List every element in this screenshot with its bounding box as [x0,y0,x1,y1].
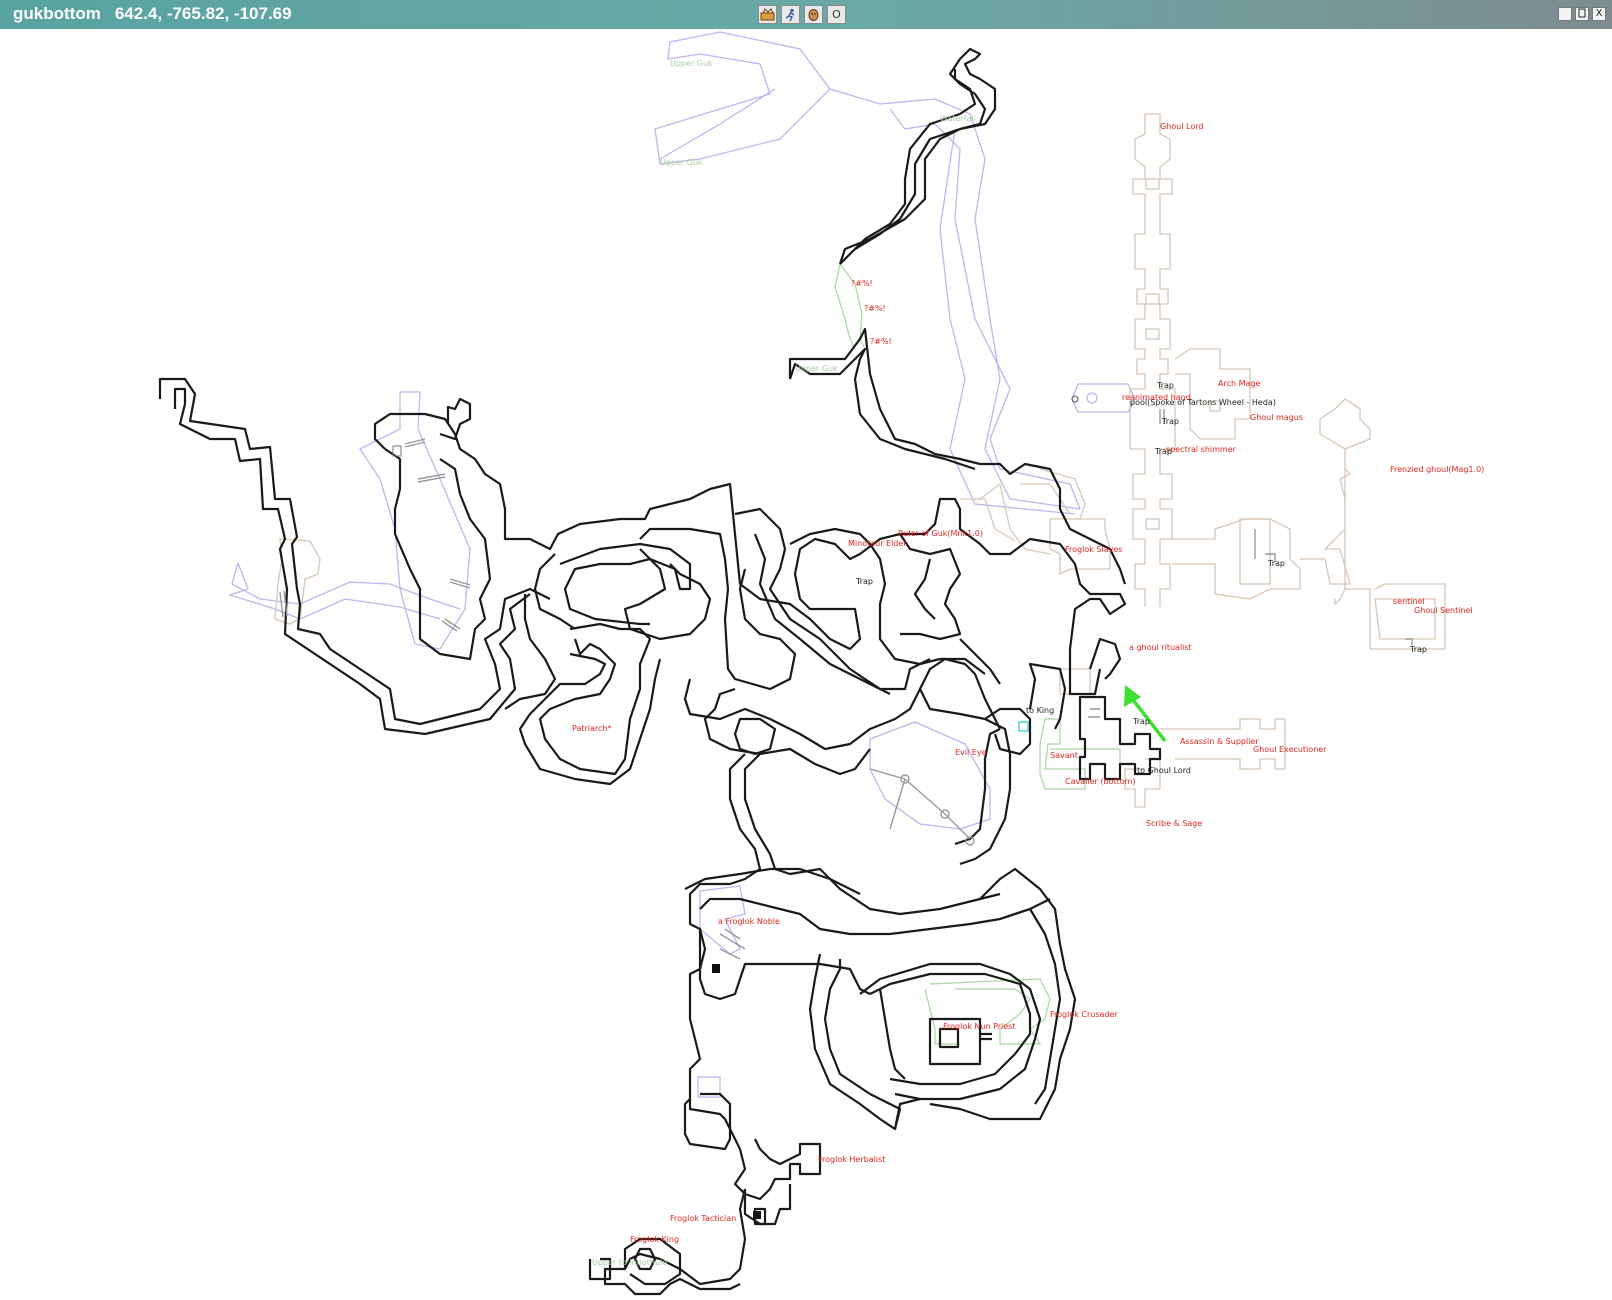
map-canvas[interactable]: Upper Guk Upper Guk Waterfall Upper Guk … [0,29,1612,1300]
zone-name: gukbottom [13,4,101,23]
label-swear-2: ?#%! [864,304,886,313]
label-trap-2: Trap [1161,417,1179,426]
label-evil-eye: Evil Eye [955,748,987,757]
label-froglok-king: Froglok King [630,1235,679,1244]
label-trap-6: Trap [1409,645,1427,654]
cave-walls [158,47,1162,1296]
water-lines [227,31,1136,1098]
label-trap-1: Trap [1156,381,1174,390]
label-cavalier: Cavalier (bottom) [1065,777,1136,786]
label-swear-3: ?#%! [870,337,892,346]
label-ghoul-sentinel: Ghoul Sentinel [1414,606,1473,615]
window-title: gukbottom 642.4, -765.82, -107.69 [13,4,292,24]
label-spoke: pool(Spoke of Tartons Wheel - Heda) [1130,398,1276,407]
label-trap-3: Trap [1154,447,1172,456]
label-froglok-nun-priest: Froglok Nun Priest [943,1022,1016,1031]
player-arrow-icon [1124,685,1167,743]
label-upper-to-innothule: Upper to Innothule [592,1258,667,1267]
label-upper-guk-small: Upper Guk [795,364,838,373]
ghoul-wing [274,113,1446,808]
label-ghoul-lord: Ghoul Lord [1160,122,1203,131]
label-swear-1: ?#%! [851,279,873,288]
label-froglok-tactician: Froglok Tactician [670,1214,736,1223]
circle-icon[interactable]: O [827,5,846,24]
label-ruler-of-guk: Ruler of Guk(Mnk1.0) [898,529,983,538]
label-trap-7: Trap [1132,717,1150,726]
label-savant: Savant [1050,751,1078,760]
close-button[interactable]: X [1592,7,1606,21]
map-tool-icon[interactable] [758,5,777,24]
label-patriarch: Patriarch* [572,724,612,733]
label-ghoul-ritualist: a ghoul ritualist [1129,643,1192,652]
toolbar: O [758,5,846,24]
runner-icon[interactable] [781,5,800,24]
label-ghoul-executioner: Ghoul Executioner [1253,745,1327,754]
label-froglok-slaves: Froglok Slaves [1065,545,1122,554]
label-arch-mage: Arch Mage [1218,379,1260,388]
coordinates-readout: 642.4, -765.82, -107.69 [114,4,292,23]
label-spectral-shimmer: spectral shimmer [1166,445,1237,454]
label-waterfall: Waterfall [940,114,976,123]
label-ghoul-magus: Ghoul magus [1250,413,1303,422]
label-froglok-herbalist: Froglok Herbalist [818,1155,885,1164]
head-icon[interactable] [804,5,823,24]
label-upper-guk-2: Upper Guk [660,158,703,167]
label-froglok-noble: a Froglok Noble [718,917,780,926]
label-to-ghoul-lord: to Ghoul Lord [1137,766,1191,775]
teleport-marker [1018,721,1029,732]
passages [834,263,1121,1045]
label-froglok-crusader: Froglok Crusader [1050,1010,1118,1019]
label-trap-5: Trap [1267,559,1285,568]
ladders [279,409,1413,960]
label-minotaur-elder: Minotaur Elder [848,539,907,548]
title-bar[interactable]: gukbottom 642.4, -765.82, -107.69 O X [0,0,1612,29]
label-scribe-sage: Scribe & Sage [1146,819,1202,828]
label-upper-guk-1: Upper Guk [670,59,713,68]
label-assassin-supplier: Assassin & Supplier [1180,737,1259,746]
restore-button[interactable] [1575,7,1589,21]
label-trap-4: Trap [855,577,873,586]
label-to-king: to King [1026,706,1054,715]
minimize-button[interactable] [1558,7,1572,21]
window-controls: X [1558,7,1606,21]
label-sentinel: sentinel [1393,597,1425,606]
map-svg: Upper Guk Upper Guk Waterfall Upper Guk … [158,31,1484,1296]
label-frenzied-ghoul: Frenzied ghoul(Mag1.0) [1390,465,1484,474]
